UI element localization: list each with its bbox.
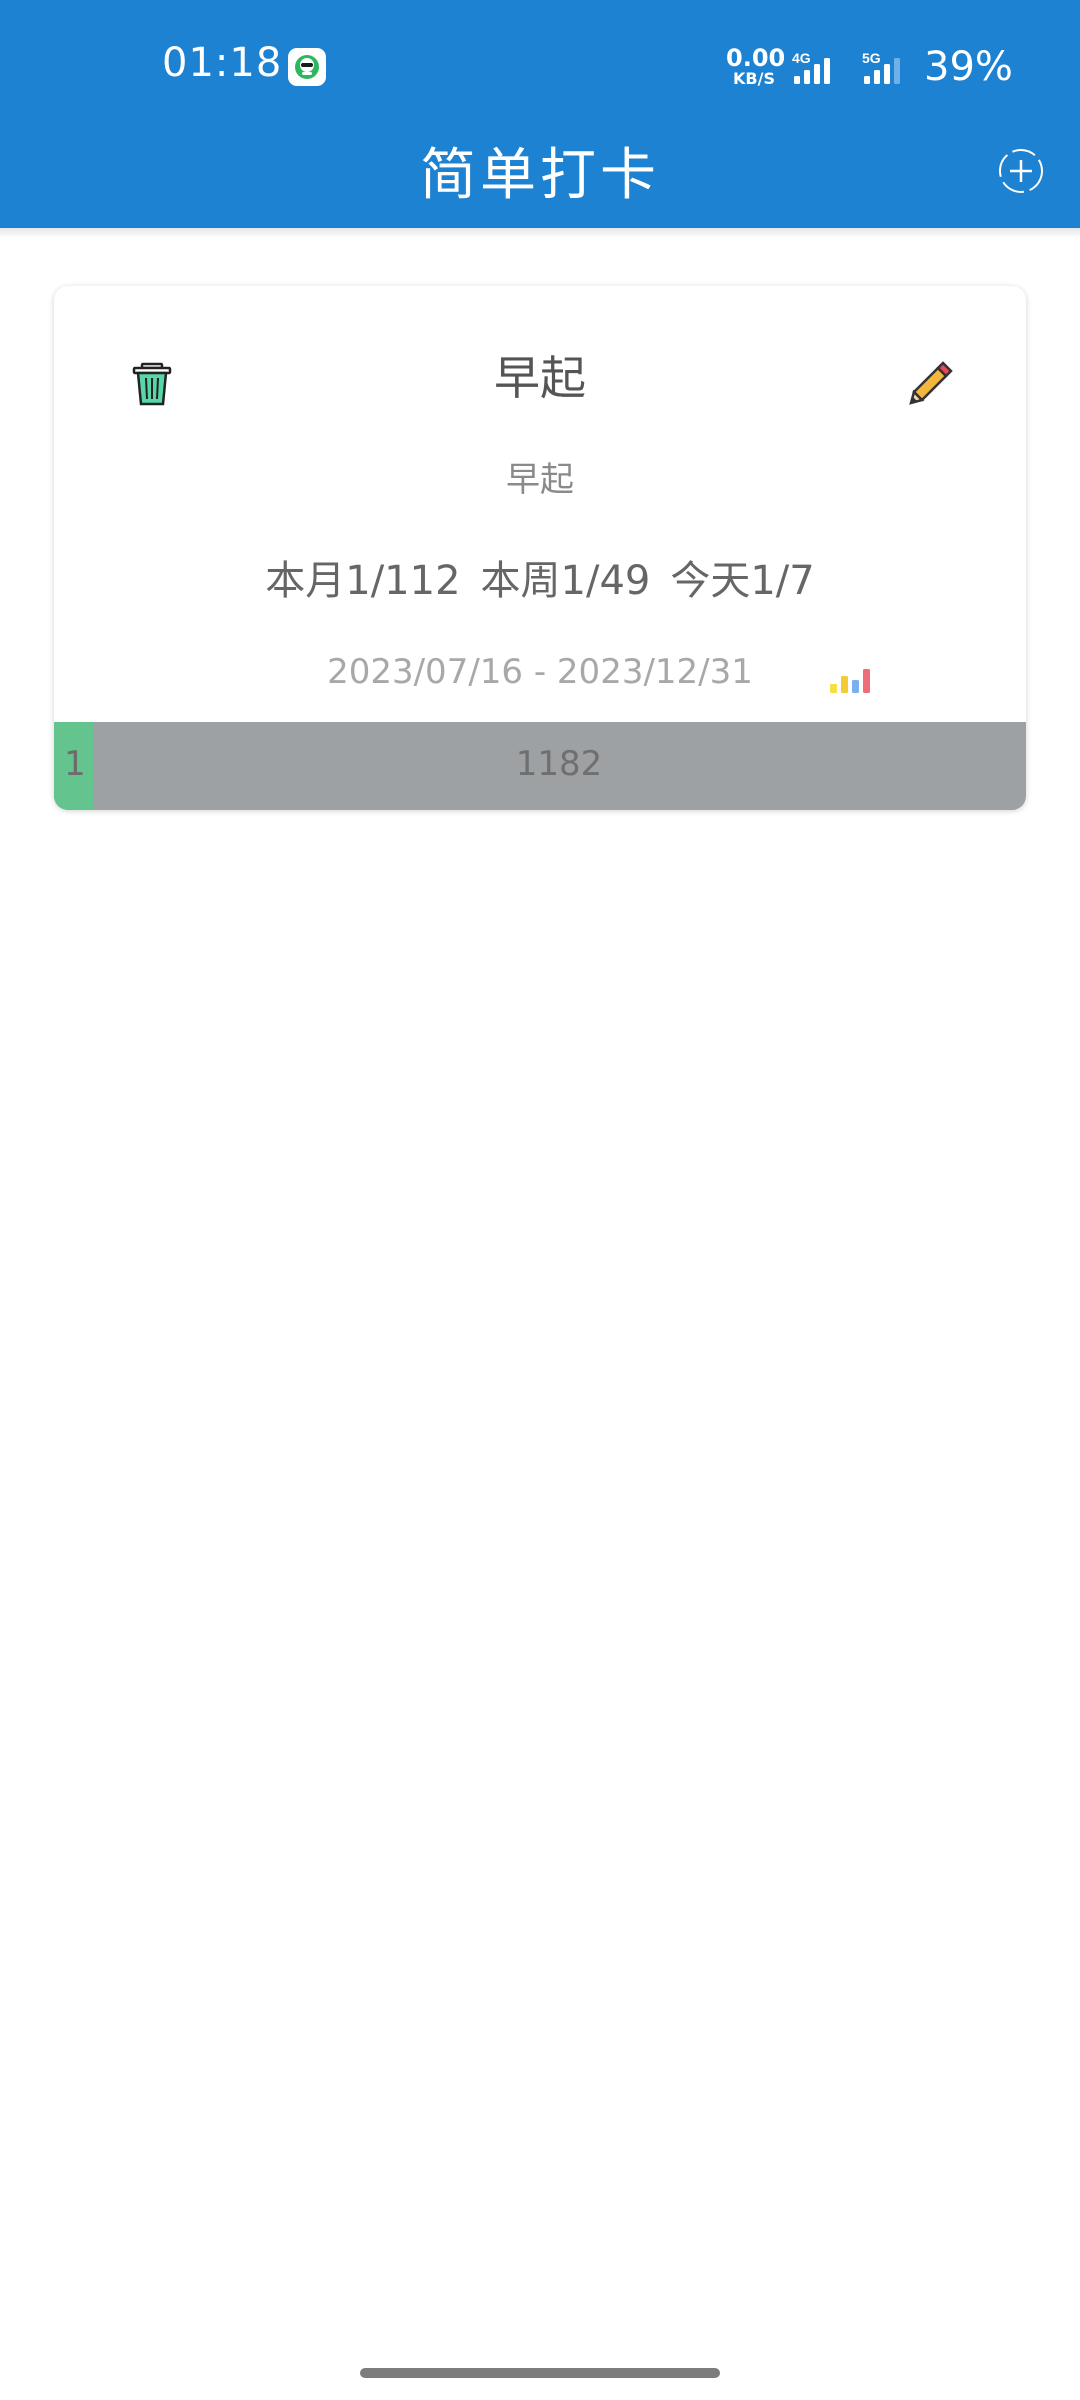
add-button[interactable] [996,146,1046,196]
date-range: 2023/07/16 - 2023/12/31 [327,652,753,692]
progress-total-count: 1182 [515,744,603,784]
stat-today: 今天1/7 [670,558,815,604]
edit-button[interactable] [906,358,956,408]
stat-week: 本周1/49 [480,558,651,604]
pencil-icon [909,361,953,405]
network-speed: 0.00 KB/S [726,44,786,88]
svg-text:4G: 4G [792,50,811,66]
svg-text:5G: 5G [862,50,881,66]
signal-4g-icon: 4G [792,50,830,84]
battery-level: 39% [924,44,1013,90]
top-app-bar: 01:18 0.00 KB/S 4G 5G 39% 简单打卡 [0,0,1080,228]
app-notification-icon [288,48,326,86]
habit-card[interactable]: 早起 早起 本月1/112 本周1/49 今天1/7 2023/07/16 - 20… [54,286,1026,810]
bar-chart-icon [830,669,870,693]
habit-stats: 本月1/112 本周1/49 今天1/7 [54,548,1026,606]
status-bar: 01:18 0.00 KB/S 4G 5G 39% [0,0,1080,130]
page-title: 简单打卡 [420,143,660,208]
stat-month: 本月1/112 [265,558,461,604]
status-time: 01:18 [162,40,283,86]
habit-description: 早起 [506,460,574,500]
signal-5g-icon: 5G [862,50,900,84]
home-indicator[interactable] [360,2368,720,2378]
progress-bar: 1 1182 [54,722,1026,810]
habit-title: 早起 [494,351,586,405]
add-circle-icon [999,149,1043,193]
statistics-button[interactable] [828,664,878,694]
app-bar-shadow [0,228,1080,238]
